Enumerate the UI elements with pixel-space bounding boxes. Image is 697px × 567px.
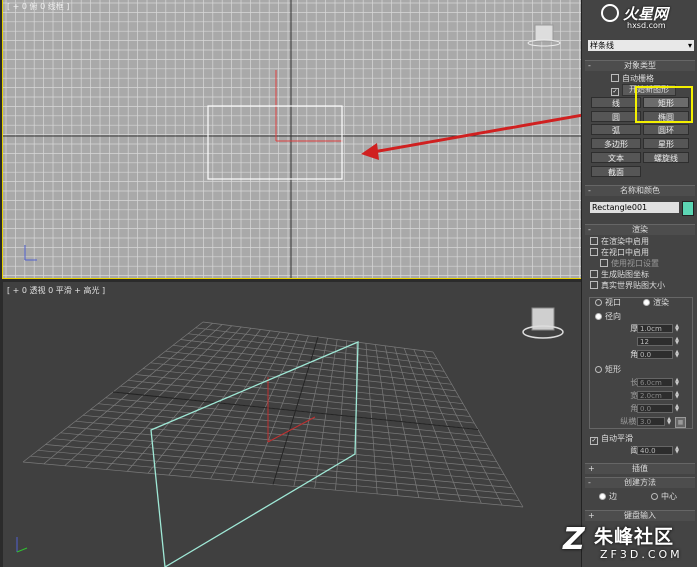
red-arrow-line (372, 113, 581, 154)
spinner-icon[interactable]: ▲ ▼ (666, 417, 672, 426)
perspective-viewport-label[interactable]: [ + 0 透视 0 平滑 + 高光 ] (7, 285, 105, 296)
angle-row: 角度: 0.0 ▲▼ (585, 350, 695, 360)
arrow-icon (361, 143, 379, 160)
hxsd-logo-url: hxsd.com (627, 21, 666, 30)
spinner-icon[interactable]: ▲ ▼ (674, 337, 680, 346)
hxsd-logo-icon (601, 4, 619, 22)
radial-radio[interactable]: 径向 (595, 312, 621, 322)
viewcube-icon (534, 24, 554, 42)
thickness-row: 厚度: 1.0cm ▲▼ (585, 324, 695, 334)
star-button[interactable]: 星形 (643, 138, 689, 149)
collapse-icon: - (588, 61, 591, 70)
name-color-header[interactable]: - 名称和颜色 (585, 186, 695, 196)
spinner-icon[interactable]: ▲ ▼ (674, 446, 680, 455)
threshold-row: 阈值: 40.0 ▲▼ (585, 446, 695, 456)
donut-button[interactable]: 圆环 (643, 124, 689, 135)
zf3d-logo-url: ZF3D.COM (600, 548, 683, 561)
category-dropdown-value: 样条线 (590, 41, 614, 50)
edge-radio[interactable]: 边 (599, 492, 617, 502)
top-viewport-label[interactable]: [ + 0 俯 0 线框 ] (7, 1, 69, 12)
length-row: 长度: 6.0cm ▲▼ (585, 378, 695, 388)
spinner-icon[interactable]: ▲ ▼ (674, 391, 680, 400)
sides-row: 边: 12 ▲▼ (585, 337, 695, 347)
zf3d-logo: Z 朱峰社区 ZF3D.COM (560, 520, 697, 567)
enable-in-viewport-checkbox[interactable]: 在视口中启用 (590, 248, 649, 258)
real-world-map-size-checkbox[interactable]: 真实世界贴图大小 (590, 281, 665, 291)
spinner-icon[interactable]: ▲ ▼ (674, 404, 680, 413)
hxsd-logo: 火星网 hxsd.com (595, 2, 695, 32)
highlight-box (635, 86, 693, 123)
width-field[interactable]: 2.0cm (637, 391, 673, 400)
lock-icon[interactable]: ■ (675, 417, 686, 428)
creation-method-rollout: - 创建方法 边 中心 (585, 477, 695, 506)
line-button[interactable]: 线 (591, 97, 641, 108)
spinner-icon[interactable]: ▲ ▼ (674, 378, 680, 387)
rectangular-radio[interactable]: 矩形 (595, 365, 621, 375)
perspective-viewport[interactable]: [ + 0 透视 0 平滑 + 高光 ] (3, 282, 581, 567)
use-viewport-settings-checkbox[interactable]: 使用视口设置 (600, 259, 659, 269)
text-button[interactable]: 文本 (591, 152, 641, 163)
rectangle-shape (207, 105, 343, 180)
auto-grid-checkbox[interactable]: 自动栅格 (611, 74, 654, 84)
section-button[interactable]: 截面 (591, 166, 641, 177)
top-viewport[interactable]: [ + 0 俯 0 线框 ] (2, 0, 582, 279)
interpolation-header[interactable]: + 插值 (585, 464, 695, 474)
angle2-row: 角度: 0.0 ▲▼ (585, 404, 695, 414)
viewport-radio[interactable]: 视口 (595, 298, 621, 308)
auto-smooth-checkbox[interactable]: ✓ 自动平滑 (590, 434, 633, 445)
renderer-radio[interactable]: 渲染 (643, 298, 669, 308)
z-logo-icon: Z (563, 522, 585, 557)
aspect-field[interactable]: 3.0 (637, 417, 665, 426)
object-name-field[interactable]: Rectangle001 (590, 202, 679, 213)
angle2-field[interactable]: 0.0 (637, 404, 673, 413)
rectangle-shape-3d (150, 341, 359, 567)
threshold-field[interactable]: 40.0 (637, 446, 673, 455)
thickness-field[interactable]: 1.0cm (637, 324, 673, 333)
rendering-header[interactable]: - 渲染 (585, 225, 695, 235)
width-row: 宽度: 2.0cm ▲▼ (585, 391, 695, 401)
name-color-rollout: - 名称和颜色 Rectangle001 (585, 185, 695, 219)
angle-field[interactable]: 0.0 (637, 350, 673, 359)
sides-field[interactable]: 12 (637, 337, 673, 346)
perspective-grid (16, 307, 564, 567)
interpolation-rollout: + 插值 (585, 463, 695, 475)
object-color-swatch[interactable] (682, 201, 694, 216)
spinner-icon[interactable]: ▲ ▼ (674, 350, 680, 359)
spinner-icon[interactable]: ▲ ▼ (674, 324, 680, 333)
rendering-rollout: - 渲染 在渲染中启用 在视口中启用 使用视口设置 生成贴图坐标 真实世界贴图大小… (585, 224, 695, 461)
ngon-button[interactable]: 多边形 (591, 138, 641, 149)
pivot-x-axis (267, 416, 316, 443)
category-dropdown[interactable]: 样条线 ▾ (588, 40, 694, 51)
top-grid (3, 0, 581, 278)
chevron-down-icon: ▾ (687, 41, 692, 50)
viewports: [ + 0 俯 0 线框 ] [ + 0 透视 0 平滑 + 高光 ] (0, 0, 582, 567)
circle-button[interactable]: 圆 (591, 111, 641, 122)
generate-mapping-checkbox[interactable]: 生成贴图坐标 (590, 270, 649, 280)
creation-method-header[interactable]: - 创建方法 (585, 478, 695, 488)
helix-button[interactable]: 螺旋线 (643, 152, 689, 163)
enable-in-renderer-checkbox[interactable]: 在渲染中启用 (590, 237, 649, 247)
aspect-row: 纵横比: 3.0 ▲ ▼ ■ (585, 417, 695, 428)
object-type-header[interactable]: - 对象类型 (585, 61, 695, 71)
length-field[interactable]: 6.0cm (637, 378, 673, 387)
zf3d-logo-text: 朱峰社区 (594, 526, 675, 548)
command-panel: 样条线 ▾ - 对象类型 自动栅格 ✓ 开始新图形 线 矩形 圆 椭圆 弧 圆环 多… (581, 0, 697, 567)
arc-button[interactable]: 弧 (591, 124, 641, 135)
center-radio[interactable]: 中心 (651, 492, 677, 502)
axis-tripod-icon (16, 547, 28, 553)
